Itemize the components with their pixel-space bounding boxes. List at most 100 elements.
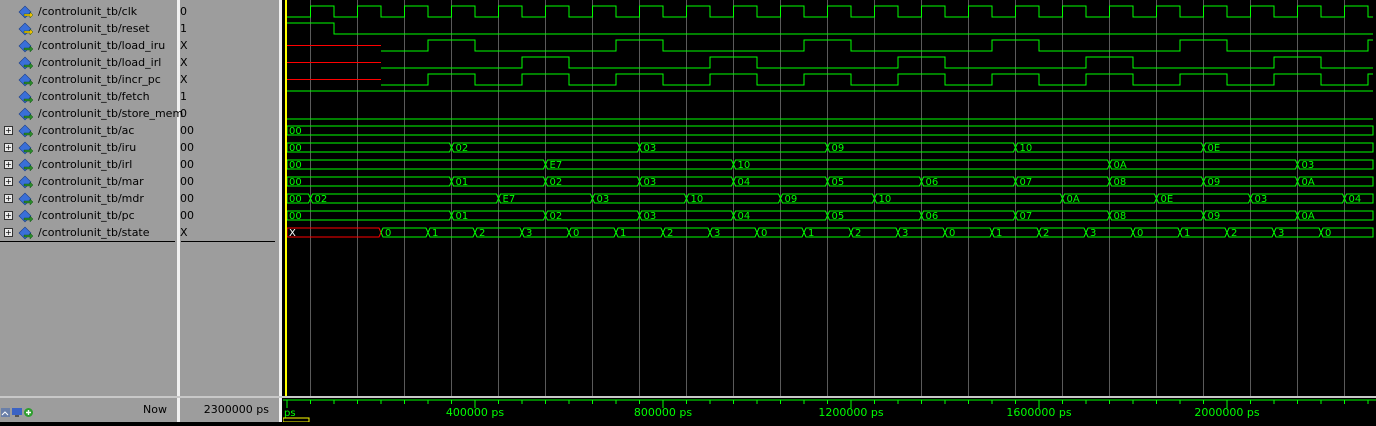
signal-row[interactable]: /controlunit_tb/incr_pc <box>0 71 177 88</box>
pc-segment-value: 04 <box>738 211 751 222</box>
signal-value: X <box>180 39 188 52</box>
ac-segment-value: 00 <box>289 126 302 137</box>
expand-icon[interactable]: + <box>4 126 13 135</box>
signal-row[interactable]: /controlunit_tb/load_irl <box>0 54 177 71</box>
expand-icon[interactable]: + <box>4 177 13 186</box>
signal-row[interactable]: /controlunit_tb/load_iru <box>0 37 177 54</box>
pc-segment-value: 0A <box>1302 211 1315 222</box>
reset-wave <box>287 22 1373 35</box>
signal-in-icon <box>18 4 34 19</box>
mdr-segment-value: 04 <box>1349 194 1362 205</box>
signal-value-row[interactable]: 00 <box>180 190 279 207</box>
state-segment-value: 0 <box>1137 228 1143 239</box>
signal-value: 1 <box>180 90 187 103</box>
signal-value-row[interactable]: 00 <box>180 207 279 224</box>
signal-row[interactable]: + /controlunit_tb/irl <box>0 156 177 173</box>
mar-segment-value: 07 <box>1020 177 1033 188</box>
signal-value: 00 <box>180 209 194 222</box>
mdr-segment-value: E7 <box>503 194 516 205</box>
pane-splitter-values[interactable] <box>279 0 282 422</box>
mdr-segment-value: 03 <box>597 194 610 205</box>
pc-segment-value: 05 <box>832 211 845 222</box>
irl-segment-value: 0A <box>1114 160 1127 171</box>
signal-value-row[interactable]: X <box>180 224 279 241</box>
mar-segment-value: 05 <box>832 177 845 188</box>
waveform-canvas[interactable]: 0000 02 03 09 10 0E00 E7 10 0A 0300 01 02 03 04 05 06 07… <box>283 0 1376 396</box>
clk-wave <box>287 5 1373 18</box>
signal-row[interactable]: + /controlunit_tb/state <box>0 224 177 241</box>
signal-bus-icon <box>18 123 34 138</box>
signal-row[interactable]: /controlunit_tb/clk <box>0 3 177 20</box>
signal-value-row[interactable]: 1 <box>180 20 279 37</box>
irl-segment-value: 00 <box>289 160 302 171</box>
signal-value: 00 <box>180 141 194 154</box>
mar-segment-value: 08 <box>1114 177 1127 188</box>
irl-segment-value: E7 <box>550 160 563 171</box>
mar-segment-value: 03 <box>644 177 657 188</box>
signal-name: /controlunit_tb/fetch <box>38 90 150 103</box>
expand-icon[interactable]: + <box>4 143 13 152</box>
state-segment-value: 3 <box>714 228 720 239</box>
signal-value-row[interactable]: X <box>180 71 279 88</box>
pc-segment-value: 01 <box>456 211 469 222</box>
mar-segment-value: 0A <box>1302 177 1315 188</box>
zoom-icon[interactable] <box>1 402 10 417</box>
expand-icon[interactable]: + <box>4 194 13 203</box>
waveform-pane[interactable]: 00 00 02 03 09 10 0E 00 E7 10 0A 03 00 01 02 03 04 05 06 07… <box>283 0 1376 396</box>
signal-out-icon <box>18 72 34 87</box>
time-axis-canvas[interactable]: ps 400000 ps 800000 ps 1200000 ps 1600000 ps… <box>282 398 1376 423</box>
now-label: Now <box>143 403 167 416</box>
signal-value-row[interactable]: X <box>180 54 279 71</box>
signal-bus-icon <box>18 208 34 223</box>
signal-value-row[interactable]: 0 <box>180 3 279 20</box>
signal-out-icon <box>18 89 34 104</box>
signal-row[interactable]: /controlunit_tb/fetch <box>0 88 177 105</box>
pc-segment <box>286 210 453 221</box>
iru-segment <box>1202 142 1374 153</box>
signal-row[interactable]: + /controlunit_tb/mdr <box>0 190 177 207</box>
state-segment <box>286 227 382 238</box>
signal-value-row[interactable]: 00 <box>180 173 279 190</box>
time-axis[interactable]: ps 400000 ps 800000 ps 1200000 ps 1600000 ps… <box>282 398 1376 423</box>
pc-segment-value: 07 <box>1020 211 1033 222</box>
pc-segment-value: 02 <box>550 211 563 222</box>
now-time-value: 2300000 ps <box>203 403 269 416</box>
signal-value-row[interactable]: 00 <box>180 156 279 173</box>
signal-row[interactable]: + /controlunit_tb/iru <box>0 139 177 156</box>
signal-value: 00 <box>180 192 194 205</box>
signal-out-icon <box>18 55 34 70</box>
signal-name: /controlunit_tb/mdr <box>38 192 144 205</box>
signal-bus-icon <box>18 157 34 172</box>
signal-row[interactable]: /controlunit_tb/reset <box>0 20 177 37</box>
signal-value-row[interactable]: 1 <box>180 88 279 105</box>
signal-name: /controlunit_tb/pc <box>38 209 135 222</box>
signal-value-row[interactable]: 00 <box>180 122 279 139</box>
expand-icon[interactable]: + <box>4 228 13 237</box>
state-segment-value: 3 <box>526 228 532 239</box>
axis-tick-label: 800000 ps <box>634 406 692 419</box>
axis-tick-label: 1200000 ps <box>818 406 883 419</box>
state-segment-value: 2 <box>855 228 861 239</box>
signal-row[interactable]: /controlunit_tb/store_mem <box>0 105 183 122</box>
add-icon[interactable] <box>24 402 33 417</box>
signal-name: /controlunit_tb/load_irl <box>38 56 162 69</box>
signal-row[interactable]: + /controlunit_tb/mar <box>0 173 177 190</box>
mdr-segment-value: 10 <box>691 194 704 205</box>
signal-name: /controlunit_tb/ac <box>38 124 135 137</box>
expand-icon[interactable]: + <box>4 160 13 169</box>
signal-row[interactable]: + /controlunit_tb/pc <box>0 207 177 224</box>
signal-value-row[interactable]: 0 <box>180 105 279 122</box>
pc-segment-value: 06 <box>926 211 939 222</box>
signal-row[interactable]: + /controlunit_tb/ac <box>0 122 177 139</box>
iru-segment-value: 02 <box>456 143 469 154</box>
mdr-segment-value: 09 <box>785 194 798 205</box>
signal-value-row[interactable]: X <box>180 37 279 54</box>
axis-tick-label: 1600000 ps <box>1006 406 1071 419</box>
signal-value-row[interactable]: 00 <box>180 139 279 156</box>
state-segment-value: 0 <box>1325 228 1331 239</box>
monitor-icon[interactable] <box>12 402 22 417</box>
signal-name: /controlunit_tb/incr_pc <box>38 73 161 86</box>
mar-segment <box>286 176 453 187</box>
expand-icon[interactable]: + <box>4 211 13 220</box>
state-segment-value: 1 <box>808 228 814 239</box>
